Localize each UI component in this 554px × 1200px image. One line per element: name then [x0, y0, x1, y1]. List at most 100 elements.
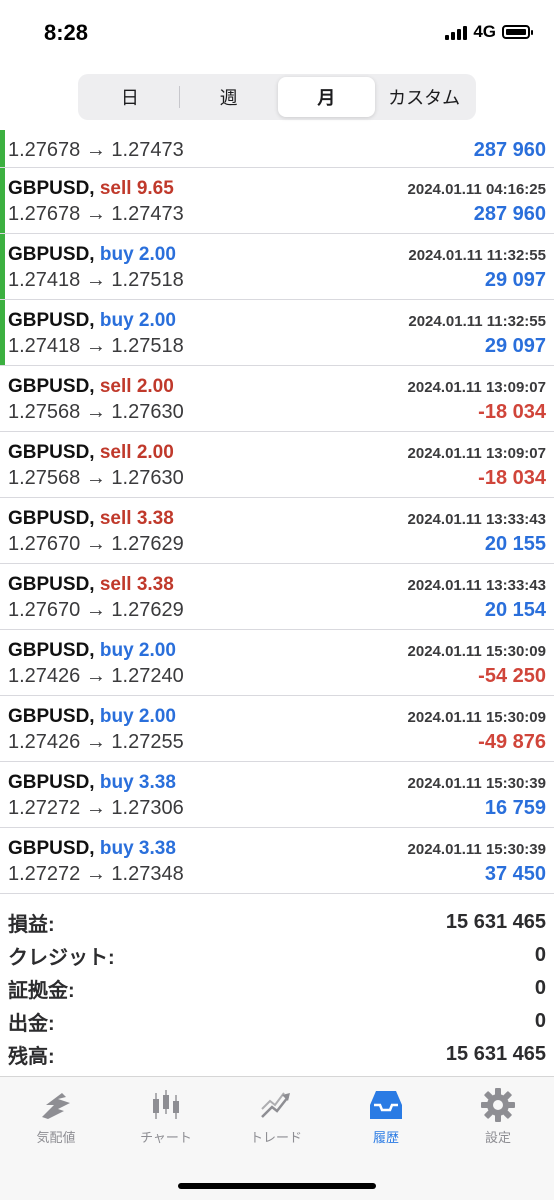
trade-time: 2024.01.11 13:09:07 [407, 378, 546, 396]
trade-title: GBPUSD, sell 9.65 [8, 178, 174, 200]
summary-label: 証拠金: [8, 980, 75, 1002]
trade-profit: 287 960 [473, 202, 546, 225]
summary-value: 0 [534, 1010, 546, 1032]
trade-symbol: GBPUSD, [8, 706, 95, 727]
trade-side-lots: sell 3.38 [99, 574, 174, 595]
trade-title: GBPUSD, sell 3.38 [8, 508, 174, 530]
trade-time: 2024.01.11 15:30:09 [407, 642, 546, 660]
tab-label: トレード [249, 1130, 302, 1145]
tab-quotes[interactable]: 気配値 [6, 1087, 106, 1146]
segment-month[interactable]: 月 [277, 77, 376, 117]
summary-label: 出金: [8, 1013, 55, 1035]
trade-row[interactable]: GBPUSD, buy 2.00 2024.01.11 11:32:55 1.274… [0, 234, 554, 300]
trade-time: 2024.01.11 04:16:25 [407, 180, 546, 198]
trade-title: GBPUSD, sell 2.00 [8, 376, 174, 398]
network-label: 4G [473, 22, 496, 41]
trade-row[interactable]: GBPUSD, buy 2.00 2024.01.11 15:30:09 1.274… [0, 630, 554, 696]
trade-profit: -54 250 [478, 664, 546, 687]
closed-position-accent [0, 300, 5, 365]
tab-chart[interactable]: チャート [116, 1087, 216, 1146]
trade-side-lots: sell 2.00 [99, 442, 174, 463]
trade-symbol: GBPUSD, [8, 838, 95, 859]
trade-symbol: GBPUSD, [8, 244, 95, 265]
trade-time: 2024.01.11 11:32:55 [408, 246, 546, 264]
account-summary: 損益: 15 631 465 クレジット: 0 証拠金: 0 出金: 0 残高: 15 631 4… [0, 906, 554, 1071]
trade-row[interactable]: GBPUSD, sell 2.00 2024.01.11 13:09:07 1.27… [0, 366, 554, 432]
trade-time: 2024.01.11 13:33:43 [407, 510, 546, 528]
trade-title: GBPUSD, buy 2.00 [8, 244, 176, 266]
trade-time: 2024.01.11 13:09:07 [407, 444, 546, 462]
trade-row[interactable]: GBPUSD, buy 2.00 2024.01.11 11:32:55 1.274… [0, 300, 554, 366]
status-bar: 8:28 4G [0, 0, 554, 72]
trade-prices: 1.27568 → 1.27630 [8, 466, 184, 489]
trade-profit: 29 097 [484, 268, 546, 291]
trade-title: GBPUSD, sell 2.00 [8, 442, 174, 464]
trade-symbol: GBPUSD, [8, 442, 95, 463]
trade-side-lots: sell 3.38 [99, 508, 174, 529]
settings-icon [481, 1088, 515, 1122]
trade-profit: 29 097 [484, 334, 546, 357]
trade-side-lots: sell 9.65 [99, 178, 174, 199]
summary-row: 損益: 15 631 465 [0, 906, 554, 939]
trade-time: 2024.01.11 11:32:55 [408, 312, 546, 330]
trade-row[interactable]: GBPUSD, sell 3.38 2024.01.11 13:33:43 1.27… [0, 498, 554, 564]
summary-value: 0 [534, 977, 546, 999]
closed-position-accent [0, 130, 5, 167]
summary-row: 残高: 15 631 465 [0, 1038, 554, 1071]
tab-trade[interactable]: トレード [226, 1087, 326, 1146]
tab-bar: 気配値 チャート トレード 履歴 設定 [0, 1076, 554, 1200]
closed-position-accent [0, 234, 5, 299]
trade-row[interactable]: GBPUSD, buy 2.00 2024.01.11 15:30:09 1.274… [0, 696, 554, 762]
tab-settings[interactable]: 設定 [448, 1087, 548, 1146]
trade-history-list: 1.27678 → 1.27473 287 960 GBPUSD, sell 9… [0, 130, 554, 894]
closed-position-accent [0, 168, 5, 233]
trade-row[interactable]: GBPUSD, buy 3.38 2024.01.11 15:30:39 1.272… [0, 762, 554, 828]
history-icon [370, 1091, 402, 1119]
trade-title: GBPUSD, buy 2.00 [8, 706, 176, 728]
trade-title: GBPUSD, buy 2.00 [8, 310, 176, 332]
summary-value: 0 [534, 944, 546, 966]
trade-side-lots: buy 3.38 [99, 838, 176, 859]
trade-row[interactable]: GBPUSD, sell 9.65 2024.01.11 04:16:25 1.27… [0, 168, 554, 234]
trade-prices: 1.27418 → 1.27518 [8, 268, 184, 291]
trade-prices: 1.27426 → 1.27240 [8, 664, 184, 687]
trade-profit: 20 154 [484, 598, 546, 621]
tab-label: チャート [140, 1130, 192, 1145]
screen: 8:28 4G 日 週 月 カスタム 1.27678 → 1.27473 287… [0, 0, 554, 1200]
period-segmented-control: 日 週 月 カスタム [78, 74, 476, 120]
trade-profit: -49 876 [478, 730, 546, 753]
chart-icon [153, 1090, 179, 1119]
trade-symbol: GBPUSD, [8, 640, 95, 661]
trade-symbol: GBPUSD, [8, 574, 95, 595]
trade-profit: -18 034 [478, 466, 546, 489]
segment-day[interactable]: 日 [81, 77, 179, 117]
status-indicators: 4G [445, 22, 533, 42]
battery-icon [502, 25, 533, 39]
trade-prices: 1.27272 → 1.27348 [8, 862, 184, 885]
trade-prices: 1.27272 → 1.27306 [8, 796, 184, 819]
segment-week[interactable]: 週 [180, 77, 278, 117]
trade-prices: 1.27678 → 1.27473 [8, 138, 184, 161]
status-time: 8:28 [44, 20, 89, 45]
trade-side-lots: sell 2.00 [99, 376, 174, 397]
trade-prices: 1.27426 → 1.27255 [8, 730, 184, 753]
trade-prices: 1.27418 → 1.27518 [8, 334, 184, 357]
trade-title: GBPUSD, buy 2.00 [8, 640, 176, 662]
summary-value: 15 631 465 [445, 911, 546, 933]
trade-row[interactable]: GBPUSD, sell 3.38 2024.01.11 13:33:43 1.27… [0, 564, 554, 630]
trade-time: 2024.01.11 13:33:43 [407, 576, 546, 594]
trade-title: GBPUSD, buy 3.38 [8, 838, 176, 860]
trade-title: GBPUSD, buy 3.38 [8, 772, 176, 794]
trade-icon [261, 1092, 290, 1118]
trade-symbol: GBPUSD, [8, 376, 95, 397]
summary-row: 出金: 0 [0, 1005, 554, 1038]
summary-row: 証拠金: 0 [0, 972, 554, 1005]
signal-icon [445, 24, 468, 40]
tab-history[interactable]: 履歴 [336, 1087, 436, 1146]
trade-profit: 287 960 [473, 138, 546, 161]
trade-symbol: GBPUSD, [8, 178, 95, 199]
segment-custom[interactable]: カスタム [375, 77, 473, 117]
trade-row[interactable]: GBPUSD, buy 3.38 2024.01.11 15:30:39 1.272… [0, 828, 554, 894]
trade-row-partial[interactable]: 1.27678 → 1.27473 287 960 [0, 130, 554, 168]
trade-row[interactable]: GBPUSD, sell 2.00 2024.01.11 13:09:07 1.27… [0, 432, 554, 498]
